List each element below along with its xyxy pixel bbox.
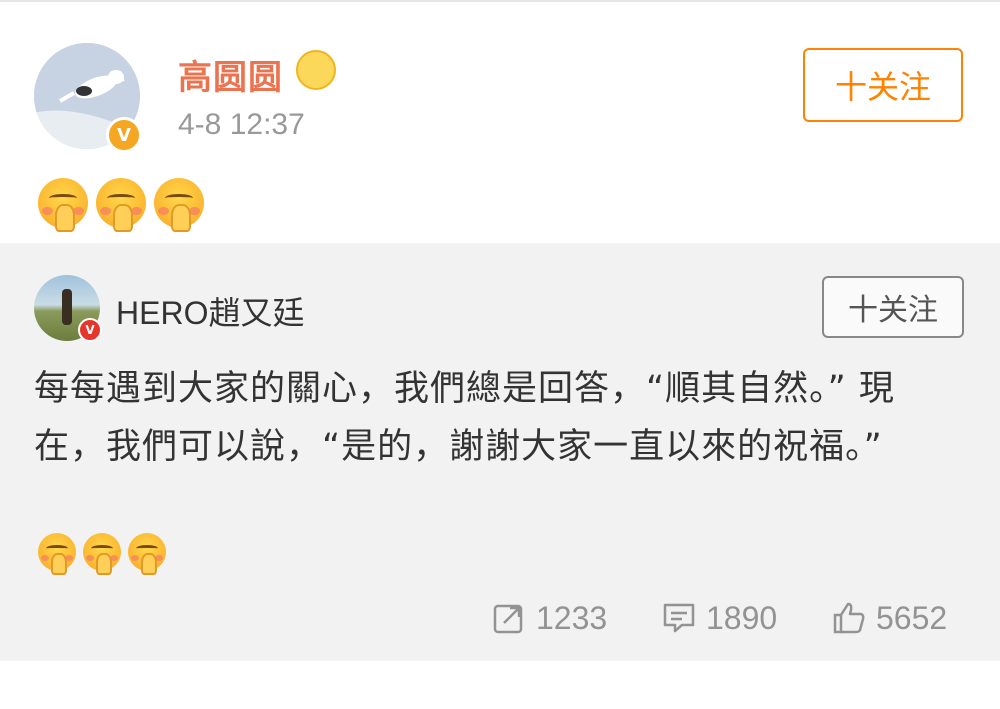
- praying-emoji-icon: [154, 178, 204, 232]
- crown-badge-icon: [296, 50, 336, 90]
- comment-count: 1890: [706, 599, 778, 636]
- thumbs-up-icon: [833, 602, 865, 634]
- post-emoji-row: [38, 178, 204, 232]
- repost-body-text: 每每遇到大家的關心，我們總是回答，“順其自然。” 現在，我們可以說，“是的，謝謝…: [34, 369, 895, 467]
- comment-icon: [663, 603, 695, 633]
- repost-action[interactable]: 1233: [492, 596, 607, 640]
- repost-follow-button[interactable]: 十关注: [822, 276, 964, 338]
- like-count: 5652: [876, 599, 948, 636]
- like-action[interactable]: 5652: [832, 596, 947, 640]
- verified-badge-icon: V: [78, 318, 102, 342]
- praying-emoji-icon: [38, 533, 76, 575]
- comment-action[interactable]: 1890: [662, 596, 777, 640]
- top-divider: [0, 0, 1000, 2]
- praying-emoji-icon: [96, 178, 146, 232]
- praying-emoji-icon: [83, 533, 121, 575]
- follow-button[interactable]: 十关注: [803, 48, 963, 122]
- repost-emoji-row: [38, 533, 166, 575]
- praying-emoji-icon: [38, 178, 88, 232]
- praying-emoji-icon: [128, 533, 166, 575]
- post-timestamp: 4-8 12:37: [178, 108, 305, 141]
- share-icon: [493, 604, 523, 634]
- repost-author-name[interactable]: HERO趙又廷: [116, 288, 304, 334]
- repost-count: 1233: [536, 599, 608, 636]
- verified-badge-icon: V: [106, 117, 142, 153]
- author-name[interactable]: 高圆圆: [178, 50, 283, 99]
